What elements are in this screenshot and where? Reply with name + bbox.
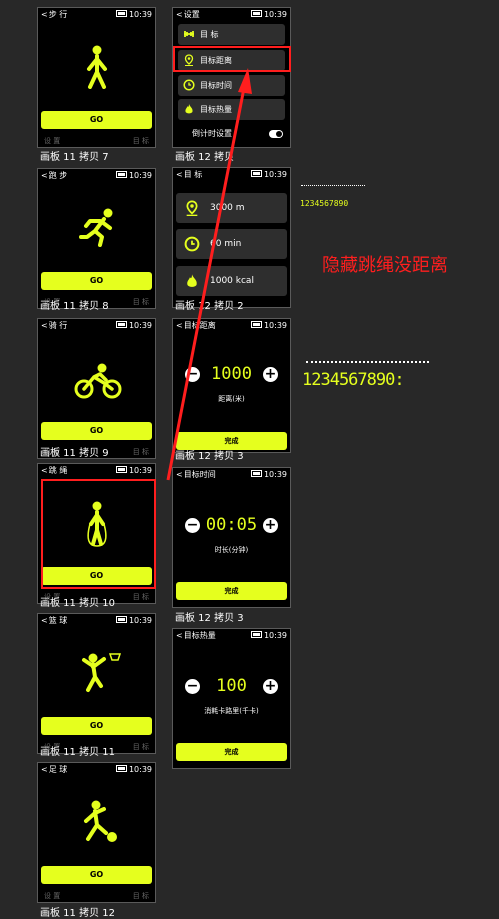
digits-large: 1234567890: bbox=[302, 370, 405, 390]
digits-small-dots bbox=[301, 185, 365, 186]
digits-large-dots bbox=[306, 361, 429, 363]
digits-small: 1234567890 bbox=[300, 199, 349, 208]
annotation-arrow bbox=[166, 68, 252, 481]
annotation-note: 隐藏跳绳没距离 bbox=[322, 255, 448, 276]
